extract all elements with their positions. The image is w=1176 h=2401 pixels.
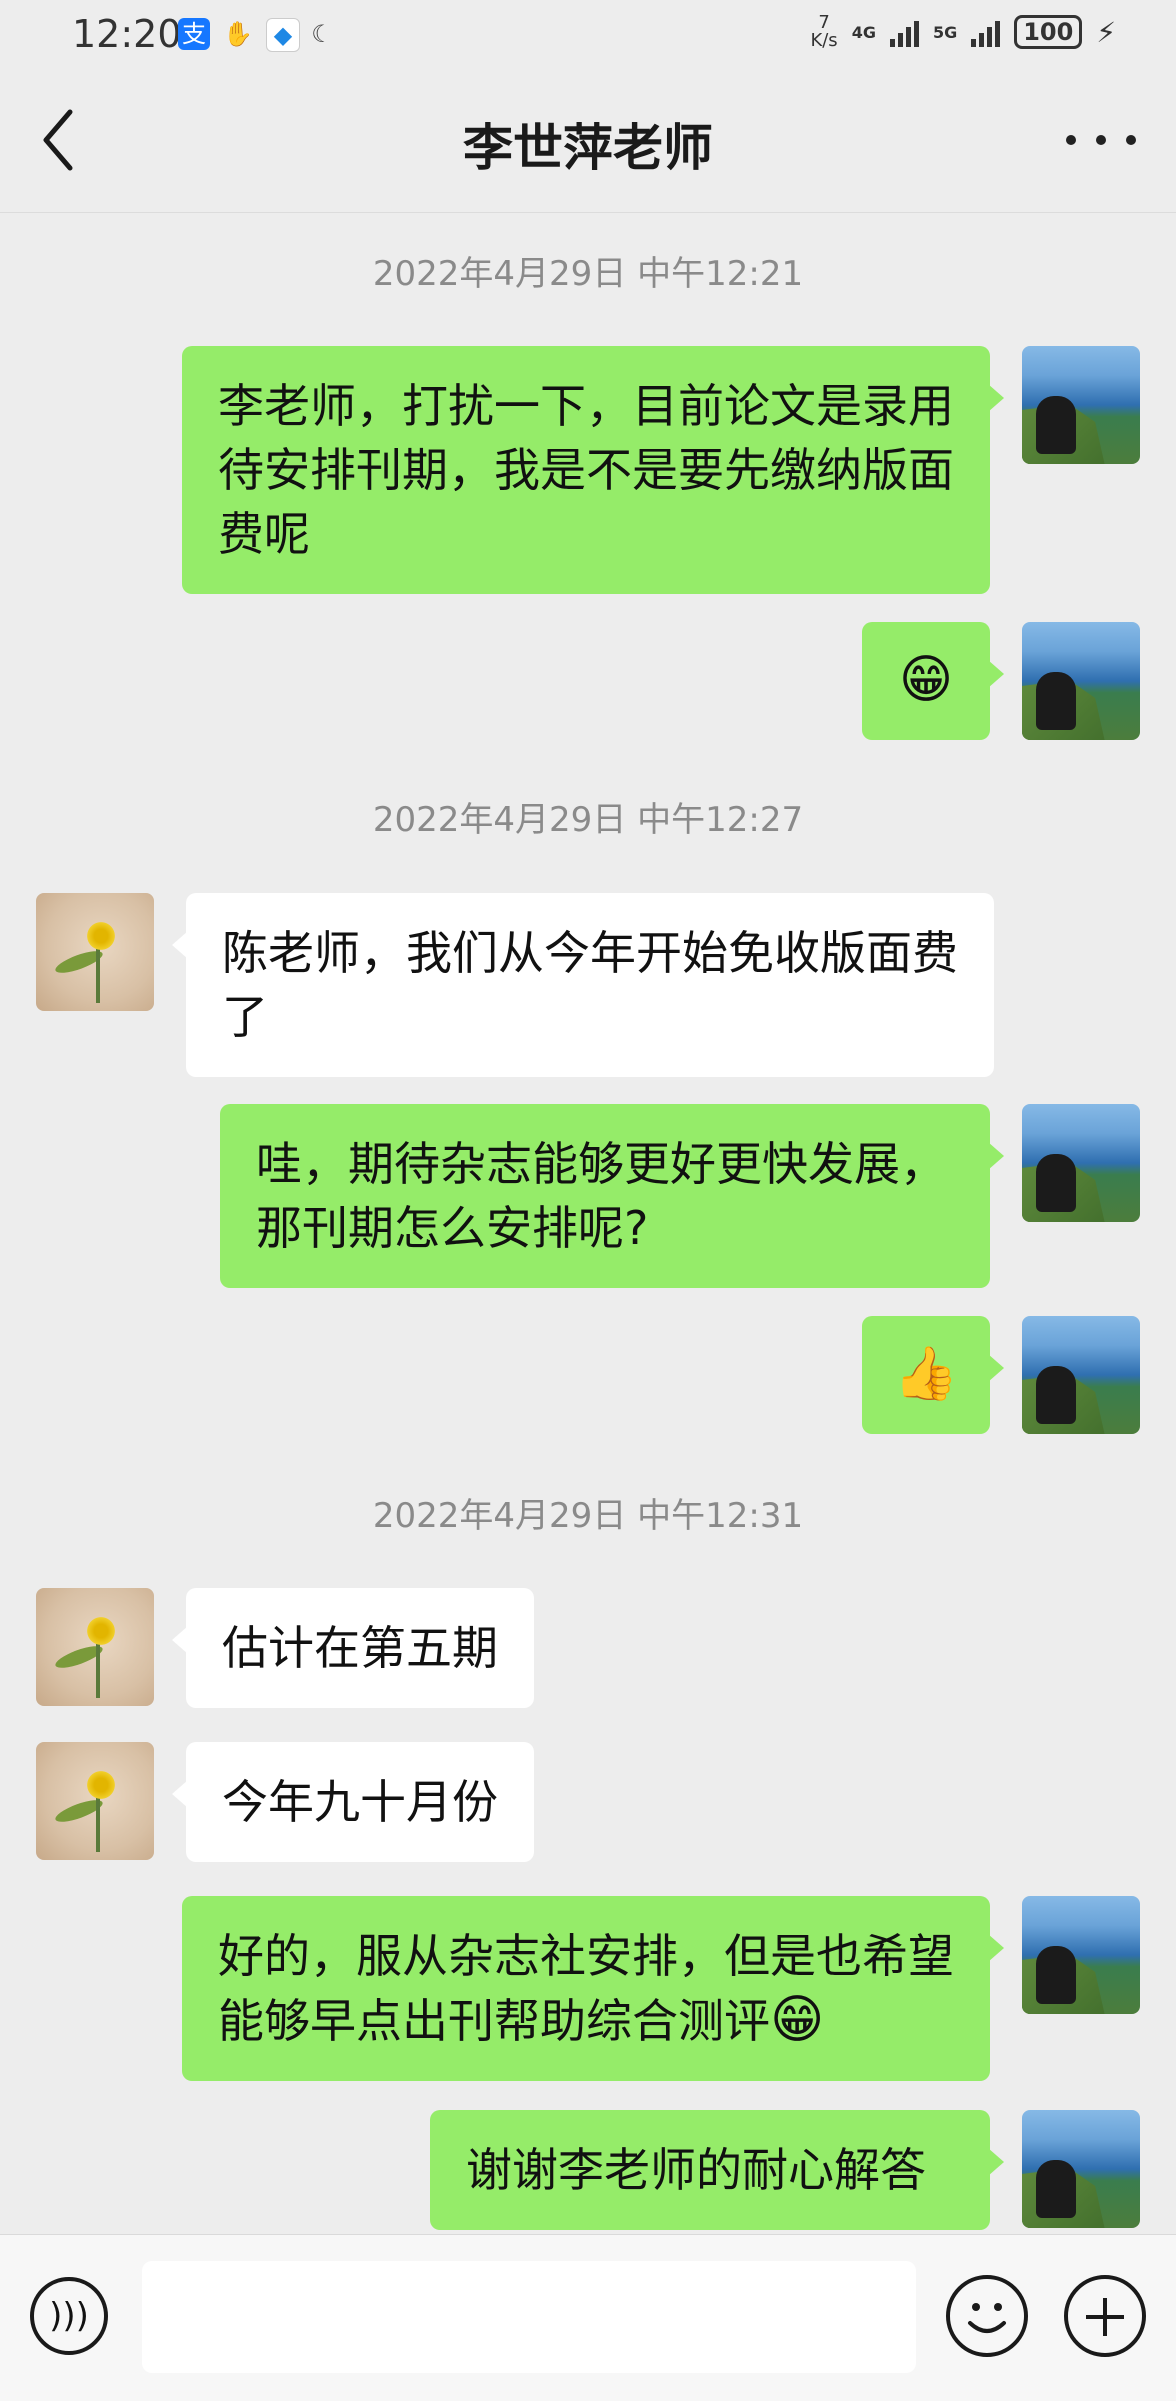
app-notification-icon: ◆ (266, 18, 300, 52)
my-avatar[interactable] (1022, 1104, 1140, 1222)
voice-icon[interactable]: ))) (30, 2277, 108, 2355)
my-message-bubble[interactable]: 谢谢李老师的耐心解答 (430, 2110, 1004, 2230)
my-message-bubble[interactable]: 李老师，打扰一下，目前论文是录用待安排刊期，我是不是要先缴纳版面费呢 (182, 346, 1004, 594)
chat-title: 李世萍老师 (463, 119, 713, 177)
timestamp: 2022年4月29日 中午12:27 (372, 800, 804, 840)
net-speed: 7 K/s (810, 14, 837, 50)
my-emoji-bubble[interactable]: 😁 (862, 622, 1004, 740)
contact-message-bubble[interactable]: 估计在第五期 (172, 1588, 534, 1708)
thumbs-up-emoji-icon: 👍 (893, 1344, 959, 1404)
my-avatar[interactable] (1022, 2110, 1140, 2228)
chat-header: 李世萍老师 (0, 70, 1176, 213)
signal-1-icon (889, 17, 919, 47)
plus-icon[interactable] (1064, 2275, 1146, 2357)
status-bar: 12:20 支 ✋ ◆ ☾ 7 K/s 4G 5G 100 ⚡ (0, 0, 1176, 70)
contact-message-bubble[interactable]: 今年九十月份 (172, 1742, 534, 1862)
sim1-label: 4G (851, 22, 876, 42)
contact-avatar[interactable] (36, 893, 154, 1011)
more-icon[interactable] (1066, 110, 1136, 170)
timestamp: 2022年4月29日 中午12:21 (372, 254, 804, 294)
my-avatar[interactable] (1022, 346, 1140, 464)
status-right: 7 K/s 4G 5G 100 ⚡ (810, 14, 1116, 50)
battery-level: 100 (1014, 15, 1083, 49)
charging-icon: ⚡ (1096, 15, 1116, 49)
contact-avatar[interactable] (36, 1588, 154, 1706)
status-time: 12:20 (72, 12, 182, 56)
my-message-bubble[interactable]: 好的，服从杂志社安排，但是也希望能够早点出刊帮助综合测评😁 (182, 1896, 1004, 2081)
my-avatar[interactable] (1022, 622, 1140, 740)
grin-emoji-icon: 😁 (898, 650, 954, 710)
my-avatar[interactable] (1022, 1896, 1140, 2014)
my-avatar[interactable] (1022, 1316, 1140, 1434)
contact-message-bubble[interactable]: 陈老师，我们从今年开始免收版面费了 (172, 893, 994, 1077)
sim2-label: 5G (932, 22, 958, 42)
moon-icon: ☾ (311, 20, 333, 48)
message-text: 好的，服从杂志社安排，但是也希望能够早点出刊帮助综合测评 (218, 1929, 954, 2048)
contact-avatar[interactable] (36, 1742, 154, 1860)
emoji-icon[interactable] (946, 2275, 1028, 2357)
grin-emoji-icon: 😁 (770, 1990, 825, 2050)
message-input[interactable] (142, 2261, 916, 2373)
my-emoji-bubble[interactable]: 👍 (862, 1316, 1004, 1434)
my-message-bubble[interactable]: 哇，期待杂志能够更好更快发展，那刊期怎么安排呢? (220, 1104, 1004, 1288)
signal-2-icon (971, 17, 1001, 47)
hand-icon: ✋ (223, 20, 253, 48)
input-bar: ))) (0, 2234, 1176, 2401)
timestamp: 2022年4月29日 中午12:31 (372, 1496, 804, 1536)
alipay-icon: 支 (178, 18, 210, 50)
net-speed-unit: K/s (810, 30, 838, 51)
